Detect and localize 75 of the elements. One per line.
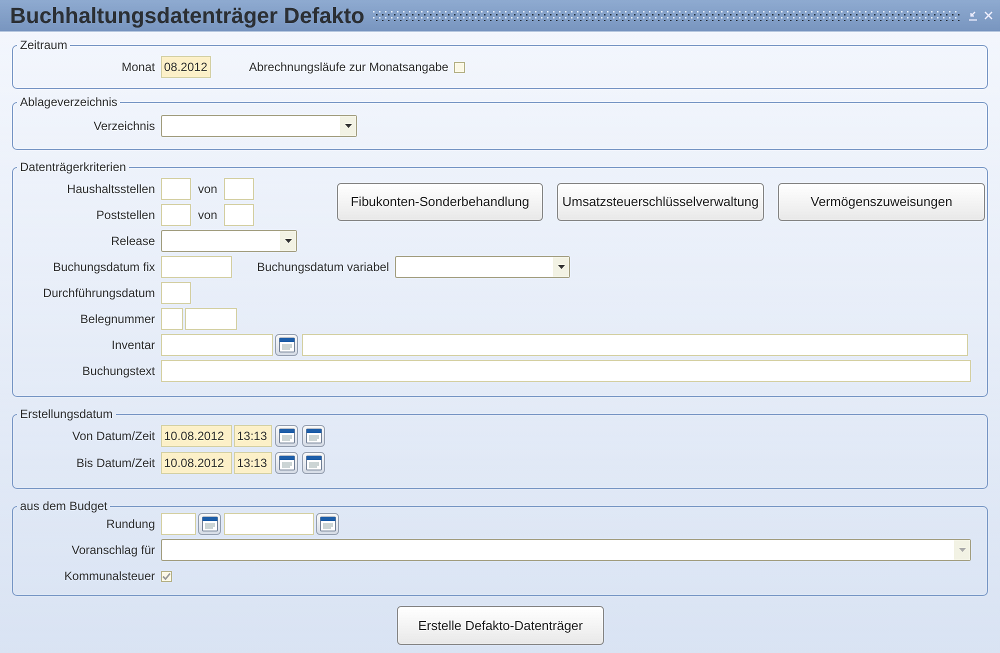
checkmark-icon bbox=[162, 572, 171, 580]
field-label: Kommunalsteuer bbox=[64, 569, 155, 583]
input-field[interactable] bbox=[302, 334, 968, 356]
calendar-button[interactable] bbox=[275, 452, 298, 474]
create-button[interactable]: Erstelle Defakto-Datenträger bbox=[397, 606, 604, 645]
dropdown-arrow-icon bbox=[344, 124, 352, 128]
field-label: Buchungstext bbox=[82, 364, 155, 378]
group-title: aus dem Budget bbox=[19, 498, 108, 515]
input-field[interactable]: 10.08.2012 bbox=[161, 452, 232, 474]
field-label: Verzeichnis bbox=[94, 119, 155, 133]
input-field[interactable] bbox=[161, 360, 971, 382]
input-field[interactable] bbox=[161, 513, 196, 535]
dropdown-arrow-icon bbox=[284, 239, 292, 243]
input-field[interactable] bbox=[161, 204, 191, 226]
minimize-icon bbox=[968, 10, 978, 20]
field-label: Abrechnungsläufe zur Monatsangabe bbox=[249, 59, 448, 76]
close-button[interactable] bbox=[984, 10, 994, 22]
calendar-button[interactable] bbox=[275, 334, 298, 356]
input-field[interactable]: 08.2012 bbox=[161, 56, 211, 78]
calendar-icon bbox=[306, 455, 322, 471]
input-field[interactable] bbox=[185, 308, 237, 330]
field-label: von bbox=[198, 181, 218, 198]
field-label: Buchungsdatum variabel bbox=[257, 259, 390, 276]
dropdown[interactable] bbox=[395, 256, 570, 278]
input-field[interactable] bbox=[224, 204, 254, 226]
field-label: Haushaltsstellen bbox=[66, 182, 155, 196]
dropdown-arrow-icon bbox=[958, 548, 966, 552]
input-field[interactable] bbox=[161, 282, 191, 304]
field-label: Belegnummer bbox=[80, 312, 155, 326]
field-label: Voranschlag für bbox=[72, 543, 155, 557]
checkbox[interactable] bbox=[454, 62, 466, 72]
field-label: Bis Datum/Zeit bbox=[76, 456, 155, 470]
input-field[interactable] bbox=[161, 178, 191, 200]
calendar-icon bbox=[320, 516, 336, 532]
calendar-icon bbox=[306, 428, 322, 444]
field-label: Rundung bbox=[106, 517, 155, 531]
group-title: Zeitraum bbox=[19, 37, 68, 54]
field-label: Von Datum/Zeit bbox=[72, 429, 155, 443]
input-field[interactable]: 13:13 bbox=[234, 425, 272, 447]
input-field[interactable]: 13:13 bbox=[234, 452, 272, 474]
action-button[interactable]: Fibukonten-Sonderbehandlung bbox=[337, 183, 543, 221]
field-label: Poststellen bbox=[96, 208, 155, 222]
dropdown[interactable] bbox=[161, 230, 297, 252]
calendar-button[interactable] bbox=[302, 452, 325, 474]
dropdown-arrow-icon bbox=[558, 265, 565, 269]
input-field[interactable] bbox=[224, 513, 314, 535]
field-label: von bbox=[198, 207, 218, 224]
calendar-icon bbox=[278, 428, 294, 444]
field-label: Release bbox=[110, 234, 155, 248]
input-field[interactable] bbox=[224, 178, 254, 200]
calendar-icon bbox=[278, 337, 294, 353]
calendar-button[interactable] bbox=[316, 513, 339, 535]
input-field[interactable] bbox=[161, 308, 183, 330]
field-label: Durchführungsdatum bbox=[42, 286, 155, 300]
input-field[interactable] bbox=[161, 334, 273, 356]
minimize-button[interactable] bbox=[968, 10, 978, 22]
calendar-button[interactable] bbox=[198, 513, 221, 535]
action-button[interactable]: Vermögenszuweisungen bbox=[778, 183, 985, 221]
close-icon bbox=[984, 11, 993, 20]
calendar-icon bbox=[278, 455, 294, 471]
window-title: Buchhaltungsdatenträger Defakto bbox=[10, 2, 364, 30]
field-label: Inventar bbox=[112, 338, 155, 352]
input-field[interactable]: 10.08.2012 bbox=[161, 425, 232, 447]
input-field[interactable] bbox=[161, 256, 232, 278]
field-label: Monat bbox=[122, 60, 155, 74]
calendar-button[interactable] bbox=[302, 425, 325, 447]
group-title: Erstellungsdatum bbox=[19, 406, 114, 423]
calendar-button[interactable] bbox=[275, 425, 298, 447]
group-title: Datenträgerkriterien bbox=[19, 159, 128, 176]
dropdown[interactable] bbox=[161, 115, 357, 137]
field-label: Buchungsdatum fix bbox=[52, 260, 155, 274]
checkbox[interactable] bbox=[161, 570, 172, 582]
calendar-icon bbox=[202, 516, 218, 532]
action-button[interactable]: Umsatzsteuerschlüsselverwaltung bbox=[557, 183, 764, 221]
group-title: Ablageverzeichnis bbox=[19, 94, 118, 111]
